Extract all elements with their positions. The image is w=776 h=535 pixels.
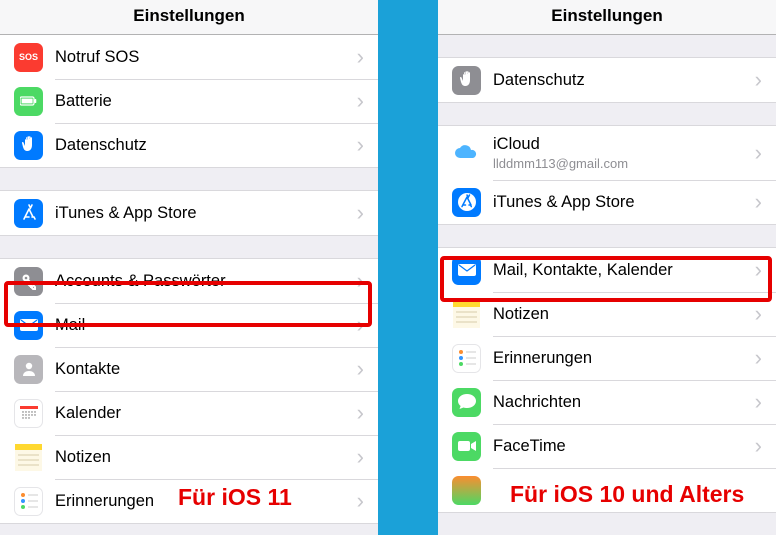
chevron-icon: › bbox=[357, 200, 364, 226]
facetime-icon bbox=[452, 432, 481, 461]
hand-icon bbox=[14, 131, 43, 160]
appstore-icon bbox=[452, 188, 481, 217]
row-kontakte[interactable]: Kontakte › bbox=[0, 347, 378, 391]
row-facetime[interactable]: FaceTime › bbox=[438, 424, 776, 468]
row-label: FaceTime bbox=[493, 437, 747, 456]
row-notizen[interactable]: Notizen › bbox=[438, 292, 776, 336]
settings-panel-ios11: Einstellungen SOS Notruf SOS › Batterie … bbox=[0, 0, 378, 535]
key-icon bbox=[14, 267, 43, 296]
icloud-icon bbox=[452, 139, 481, 168]
row-notizen[interactable]: Notizen › bbox=[0, 435, 378, 479]
row-icloud[interactable]: iCloud llddmm113@gmail.com › bbox=[438, 126, 776, 180]
row-kalender[interactable]: Kalender › bbox=[0, 391, 378, 435]
header-title: Einstellungen bbox=[438, 0, 776, 35]
chevron-icon: › bbox=[755, 257, 762, 283]
row-itunes-appstore[interactable]: iTunes & App Store › bbox=[438, 180, 776, 224]
hand-icon bbox=[452, 66, 481, 95]
reminders-icon bbox=[452, 344, 481, 373]
notes-icon bbox=[14, 443, 43, 472]
row-label: Notruf SOS bbox=[55, 48, 349, 67]
divider bbox=[378, 0, 438, 535]
row-batterie[interactable]: Batterie › bbox=[0, 79, 378, 123]
row-label: Kalender bbox=[55, 404, 349, 423]
row-label: iTunes & App Store bbox=[493, 193, 747, 212]
caption-ios11: Für iOS 11 bbox=[178, 484, 292, 511]
row-label: Mail, Kontakte, Kalender bbox=[493, 261, 747, 280]
reminders-icon bbox=[14, 487, 43, 516]
row-nachrichten[interactable]: Nachrichten › bbox=[438, 380, 776, 424]
row-label: Mail bbox=[55, 316, 349, 335]
chevron-icon: › bbox=[755, 67, 762, 93]
row-datenschutz[interactable]: Datenschutz › bbox=[438, 58, 776, 102]
row-label: Kontakte bbox=[55, 360, 349, 379]
mail-icon bbox=[452, 256, 481, 285]
row-label: Batterie bbox=[55, 92, 349, 111]
row-label: Nachrichten bbox=[493, 393, 747, 412]
chevron-icon: › bbox=[357, 444, 364, 470]
row-label: Accounts & Passwörter bbox=[55, 272, 349, 291]
calendar-icon bbox=[14, 399, 43, 428]
row-label: iCloud bbox=[493, 135, 747, 154]
row-label: iTunes & App Store bbox=[55, 204, 349, 223]
chevron-icon: › bbox=[357, 268, 364, 294]
extra-icon bbox=[452, 476, 481, 505]
chevron-icon: › bbox=[357, 88, 364, 114]
row-erinnerungen[interactable]: Erinnerungen › bbox=[438, 336, 776, 380]
row-accounts-passwoerter[interactable]: Accounts & Passwörter › bbox=[0, 259, 378, 303]
header-title: Einstellungen bbox=[0, 0, 378, 35]
chevron-icon: › bbox=[755, 433, 762, 459]
chevron-icon: › bbox=[357, 356, 364, 382]
row-label: Datenschutz bbox=[55, 136, 349, 155]
chevron-icon: › bbox=[755, 301, 762, 327]
battery-icon bbox=[14, 87, 43, 116]
row-label: Notizen bbox=[55, 448, 349, 467]
row-mail-kontakte-kalender[interactable]: Mail, Kontakte, Kalender › bbox=[438, 248, 776, 292]
chevron-icon: › bbox=[357, 132, 364, 158]
chevron-icon: › bbox=[755, 389, 762, 415]
row-datenschutz[interactable]: Datenschutz › bbox=[0, 123, 378, 167]
row-notruf-sos[interactable]: SOS Notruf SOS › bbox=[0, 35, 378, 79]
sos-icon: SOS bbox=[14, 43, 43, 72]
notes-icon bbox=[452, 300, 481, 329]
settings-panel-ios10: Einstellungen Datenschutz › i bbox=[438, 0, 776, 535]
caption-ios10: Für iOS 10 und Alters bbox=[510, 481, 744, 508]
chevron-icon: › bbox=[357, 488, 364, 514]
chevron-icon: › bbox=[357, 312, 364, 338]
row-mail[interactable]: Mail › bbox=[0, 303, 378, 347]
mail-icon bbox=[14, 311, 43, 340]
row-label: Erinnerungen bbox=[493, 349, 747, 368]
messages-icon bbox=[452, 388, 481, 417]
row-itunes-appstore[interactable]: iTunes & App Store › bbox=[0, 191, 378, 235]
chevron-icon: › bbox=[357, 44, 364, 70]
chevron-icon: › bbox=[755, 189, 762, 215]
row-label: Datenschutz bbox=[493, 71, 747, 90]
appstore-icon bbox=[14, 199, 43, 228]
row-sublabel: llddmm113@gmail.com bbox=[493, 156, 747, 171]
chevron-icon: › bbox=[755, 345, 762, 371]
chevron-icon: › bbox=[755, 140, 762, 166]
chevron-icon: › bbox=[357, 400, 364, 426]
row-label: Notizen bbox=[493, 305, 747, 324]
contacts-icon bbox=[14, 355, 43, 384]
